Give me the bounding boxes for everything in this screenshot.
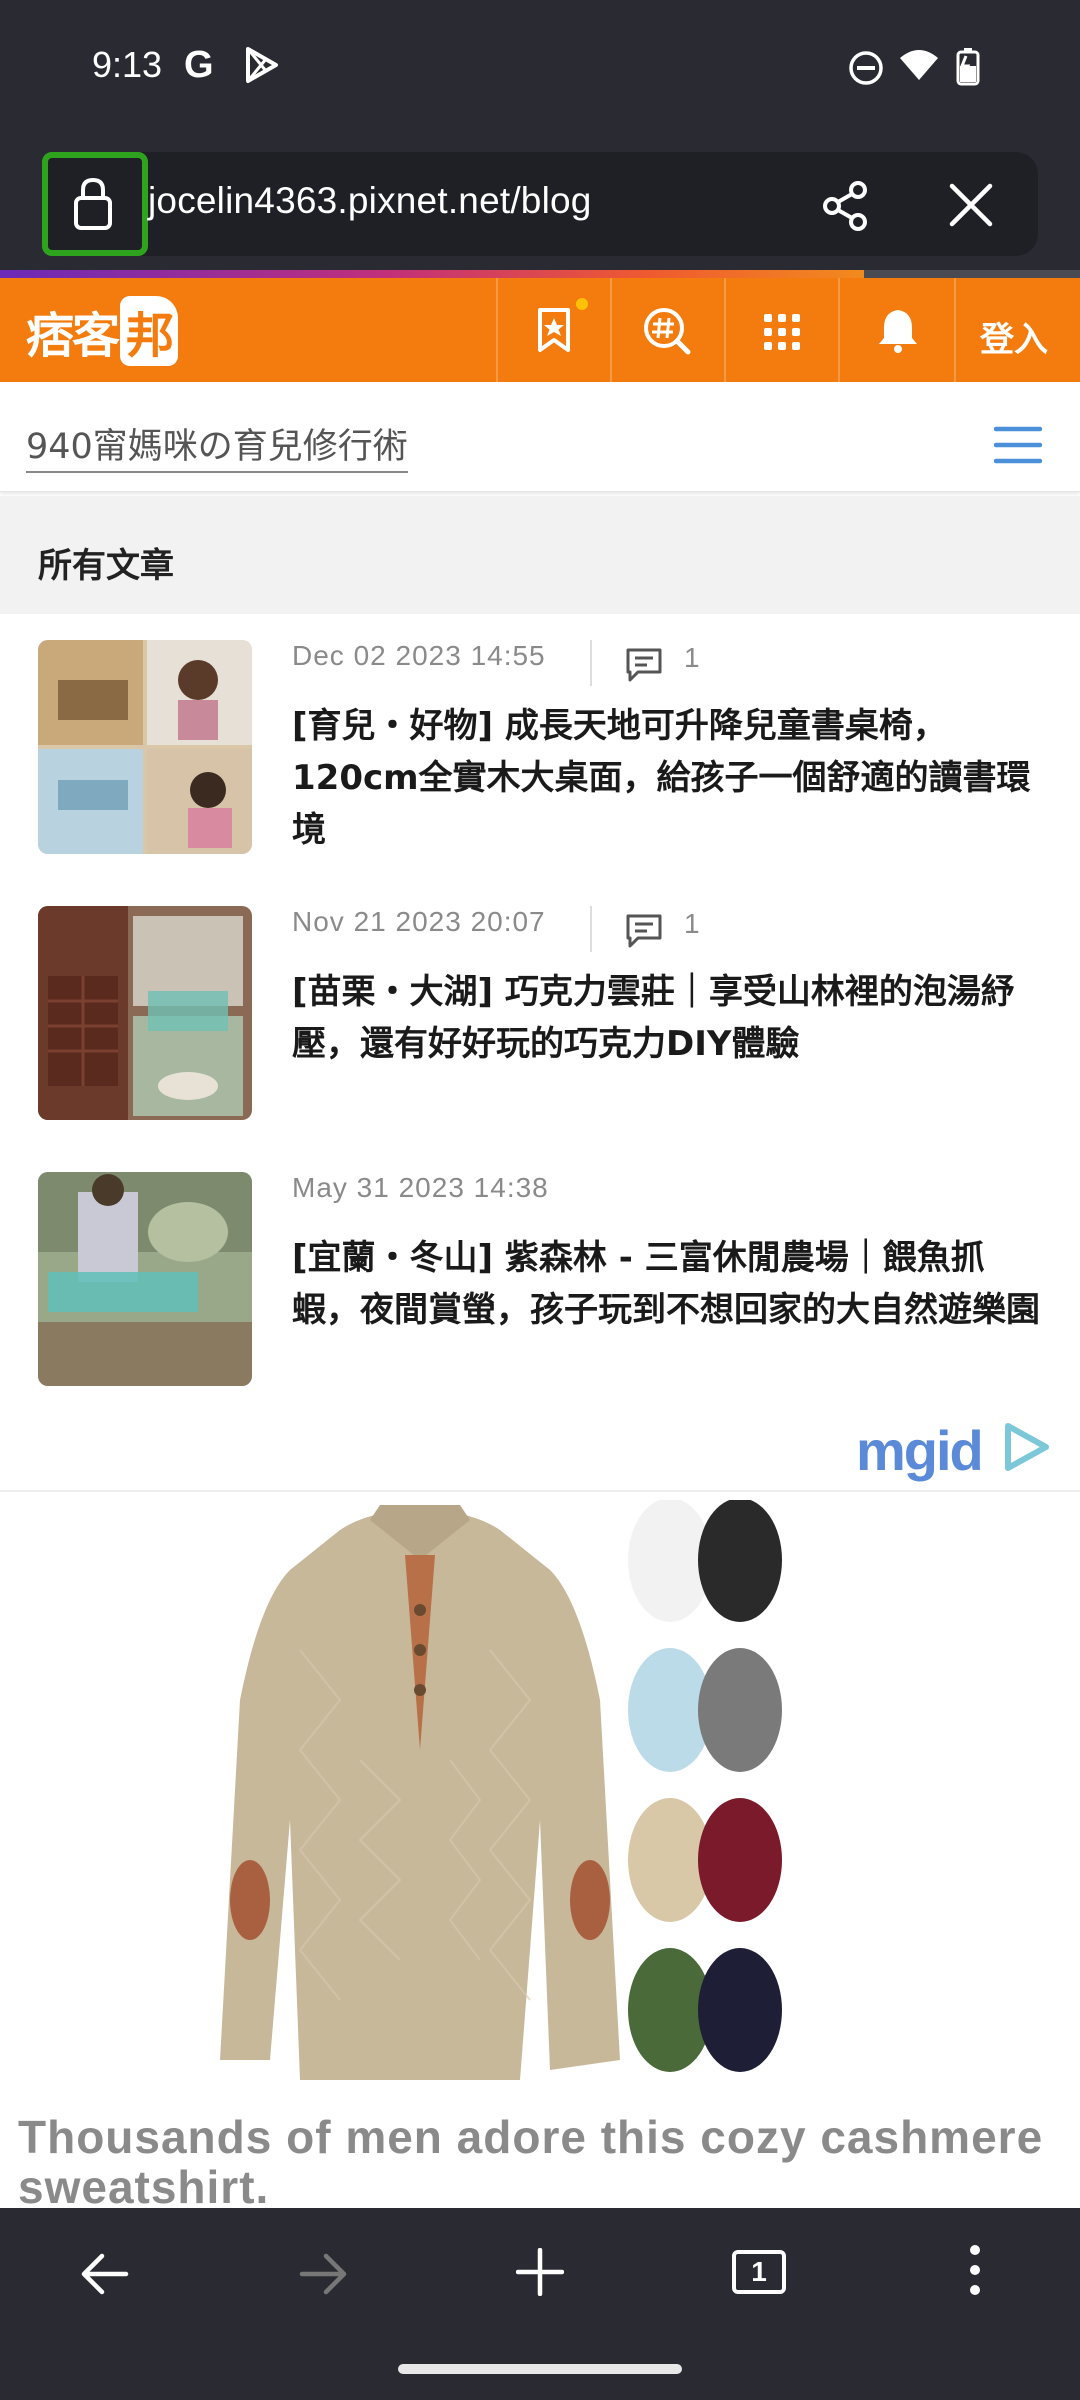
tab-switcher-button[interactable]: 1 — [732, 2250, 786, 2294]
article-thumbnail[interactable] — [38, 1172, 252, 1386]
article-title[interactable]: [宜蘭・冬山] 紫森林 - 三富休閒農場｜餵魚抓蝦，夜間賞螢，孩子玩到不想回家的… — [292, 1232, 1052, 1336]
new-tab-plus-icon[interactable] — [516, 2248, 564, 2296]
hashtag-search-icon[interactable] — [642, 306, 692, 356]
status-time: 9:13 — [92, 44, 163, 85]
login-button[interactable]: 登入 — [980, 312, 1048, 361]
comment-count: 1 — [684, 642, 700, 673]
lock-icon — [74, 177, 112, 230]
back-arrow-icon[interactable] — [80, 2252, 130, 2296]
section-title: 所有文章 — [38, 546, 174, 586]
url-text[interactable]: jocelin4363.pixnet.net/blog — [148, 180, 592, 222]
article-thumbnail[interactable] — [38, 906, 252, 1120]
divider — [590, 640, 592, 686]
mgid-logo[interactable]: mgid — [856, 1418, 984, 1483]
article-item[interactable]: Dec 02 2023 14:55 1 [育兒・好物] 成長天地可升降兒童書桌椅… — [0, 640, 1080, 890]
home-gesture-bar[interactable] — [398, 2364, 682, 2374]
bookmark-icon[interactable] — [534, 306, 574, 354]
article-date: Nov 21 2023 20:07 — [292, 906, 546, 937]
page-load-progress — [0, 270, 864, 278]
page-load-progress-track — [864, 270, 1080, 278]
blog-header: 940甯媽咪の育兒修行術 — [0, 382, 1080, 492]
browser-screen: 9:13 G jocelin4363.pixnet.net/blog 痞客 邦 … — [0, 0, 1080, 2400]
divider — [590, 906, 592, 952]
site-header: 痞客邦 登入 — [0, 278, 1080, 382]
section-header: 所有文章 — [0, 496, 1080, 614]
battery-icon — [956, 48, 980, 86]
logo-bang: 邦 — [120, 296, 179, 366]
google-icon: G — [184, 44, 214, 86]
divider — [954, 278, 956, 382]
article-item[interactable]: May 31 2023 14:38 [宜蘭・冬山] 紫森林 - 三富休閒農場｜餵… — [0, 1172, 1080, 1422]
ad-image[interactable] — [220, 1500, 860, 2110]
wifi-icon — [900, 50, 938, 80]
divider — [496, 278, 498, 382]
comment-icon — [626, 914, 662, 948]
close-icon[interactable] — [948, 182, 994, 228]
comment-count: 1 — [684, 908, 700, 939]
ad-choices-icon[interactable] — [1000, 1420, 1054, 1474]
apps-grid-icon[interactable] — [762, 312, 802, 352]
bell-icon[interactable] — [876, 306, 920, 354]
notification-dot — [576, 298, 588, 310]
status-bar: 9:13 G — [0, 0, 1080, 140]
comment-icon — [626, 648, 662, 682]
ad-card[interactable]: Thousands of men adore this cozy cashmer… — [0, 1490, 1080, 2208]
do-not-disturb-icon — [849, 51, 883, 85]
article-item[interactable]: Nov 21 2023 20:07 1 [苗栗・大湖] 巧克力雲莊｜享受山林裡的… — [0, 906, 1080, 1156]
article-title[interactable]: [苗栗・大湖] 巧克力雲莊｜享受山林裡的泡湯紓壓，還有好好玩的巧克力DIY體驗 — [292, 966, 1052, 1070]
share-icon[interactable] — [820, 180, 872, 232]
article-date: May 31 2023 14:38 — [292, 1172, 549, 1203]
ad-headline[interactable]: Thousands of men adore this cozy cashmer… — [18, 2112, 1068, 2208]
site-logo[interactable]: 痞客邦 — [26, 296, 179, 366]
divider — [838, 278, 840, 382]
article-date: Dec 02 2023 14:55 — [292, 640, 546, 671]
article-title[interactable]: [育兒・好物] 成長天地可升降兒童書桌椅，120cm全實木大桌面，給孩子一個舒適… — [292, 700, 1052, 856]
article-thumbnail[interactable] — [38, 640, 252, 854]
hamburger-menu-icon[interactable] — [994, 426, 1042, 464]
more-options-icon[interactable] — [968, 2244, 982, 2296]
play-store-icon — [246, 47, 278, 83]
blog-title[interactable]: 940甯媽咪の育兒修行術 — [26, 418, 408, 473]
forward-arrow-icon[interactable] — [298, 2252, 348, 2296]
web-page: 痞客邦 登入 940甯媽咪の育兒修行術 所有文章 Dec 02 2023 14:… — [0, 278, 1080, 2208]
logo-text: 痞客 — [26, 308, 120, 364]
divider — [724, 278, 726, 382]
divider — [610, 278, 612, 382]
